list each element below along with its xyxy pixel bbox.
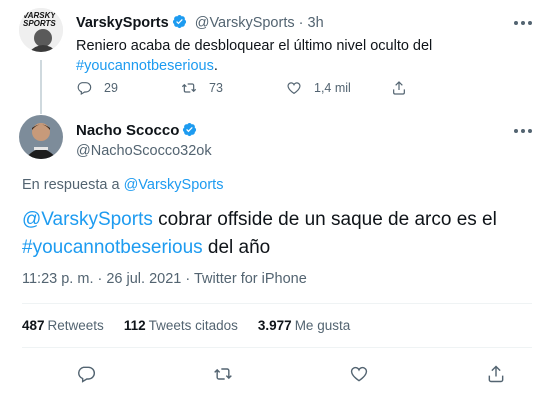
share-icon <box>488 365 504 383</box>
parent-author-name[interactable]: VarskySports <box>76 15 169 31</box>
verified-badge-icon <box>172 14 186 29</box>
heart-icon <box>351 366 368 382</box>
parent-tweet-actions: 29 73 1,4 mil <box>76 80 496 96</box>
divider <box>22 303 532 304</box>
parent-share-button[interactable] <box>391 80 496 96</box>
like-button[interactable] <box>349 364 369 384</box>
main-author-handle[interactable]: @NachoScocco32ok <box>76 143 212 159</box>
tweet-stats: 487 Retweets 112 Tweets citados 3.977 Me gu… <box>22 318 350 333</box>
quote-tweets-stat[interactable]: 112 Tweets citados <box>124 318 238 333</box>
verified-badge-icon <box>183 122 197 137</box>
parent-tweet-text: Reniero acaba de desbloquear el último n… <box>76 38 433 74</box>
main-author-name-row: Nacho Scocco <box>76 122 197 139</box>
main-author-name[interactable]: Nacho Scocco <box>76 122 179 139</box>
parent-author-handle[interactable]: @VarskySports <box>195 15 295 31</box>
retweet-icon <box>213 368 232 380</box>
hashtag-link[interactable]: #youcannotbeserious <box>22 237 203 258</box>
tweet-source[interactable]: Twitter for iPhone <box>194 271 307 287</box>
main-tweet-text: @VarskySports cobrar offside de un saque… <box>22 209 497 258</box>
avatar-varskysports[interactable]: VARSKY SPORTS <box>19 8 63 52</box>
mention-link[interactable]: @VarskySports <box>22 209 153 230</box>
more-options-icon[interactable] <box>514 128 532 134</box>
reply-icon <box>77 82 92 96</box>
heart-icon <box>287 82 301 95</box>
parent-like-button[interactable]: 1,4 mil <box>286 80 391 96</box>
reply-context: En respuesta a @VarskySports <box>22 177 224 193</box>
retweet-button[interactable] <box>213 364 233 384</box>
parent-retweet-button[interactable]: 73 <box>181 80 286 96</box>
avatar-logo-text: VARSKY SPORTS <box>23 11 56 28</box>
header-separator: · <box>298 15 304 31</box>
retweets-stat[interactable]: 487 Retweets <box>22 318 104 333</box>
avatar-image <box>19 115 63 159</box>
divider <box>22 347 532 348</box>
likes-stat[interactable]: 3.977 Me gusta <box>258 318 350 333</box>
main-tweet-actions <box>76 364 506 384</box>
parent-hashtag-link[interactable]: #youcannotbeserious <box>76 58 214 74</box>
tweet-timestamp[interactable]: 11:23 p. m. · 26 jul. 2021 · <box>22 271 194 287</box>
more-options-icon[interactable] <box>514 20 532 26</box>
parent-reply-button[interactable]: 29 <box>76 80 181 96</box>
avatar-nachoscocco[interactable] <box>19 115 63 159</box>
tweet-metadata: 11:23 p. m. · 26 jul. 2021 · Twitter for… <box>22 271 307 287</box>
reply-button[interactable] <box>76 364 96 384</box>
retweet-icon <box>181 83 197 93</box>
reply-to-link[interactable]: @VarskySports <box>124 177 224 193</box>
reply-icon <box>78 366 96 383</box>
share-button[interactable] <box>486 364 506 384</box>
share-icon <box>393 81 405 95</box>
parent-tweet-time[interactable]: 3h <box>308 15 324 31</box>
thread-connector-line <box>40 60 42 114</box>
parent-tweet-header: VarskySports @VarskySports · 3h <box>76 14 324 31</box>
